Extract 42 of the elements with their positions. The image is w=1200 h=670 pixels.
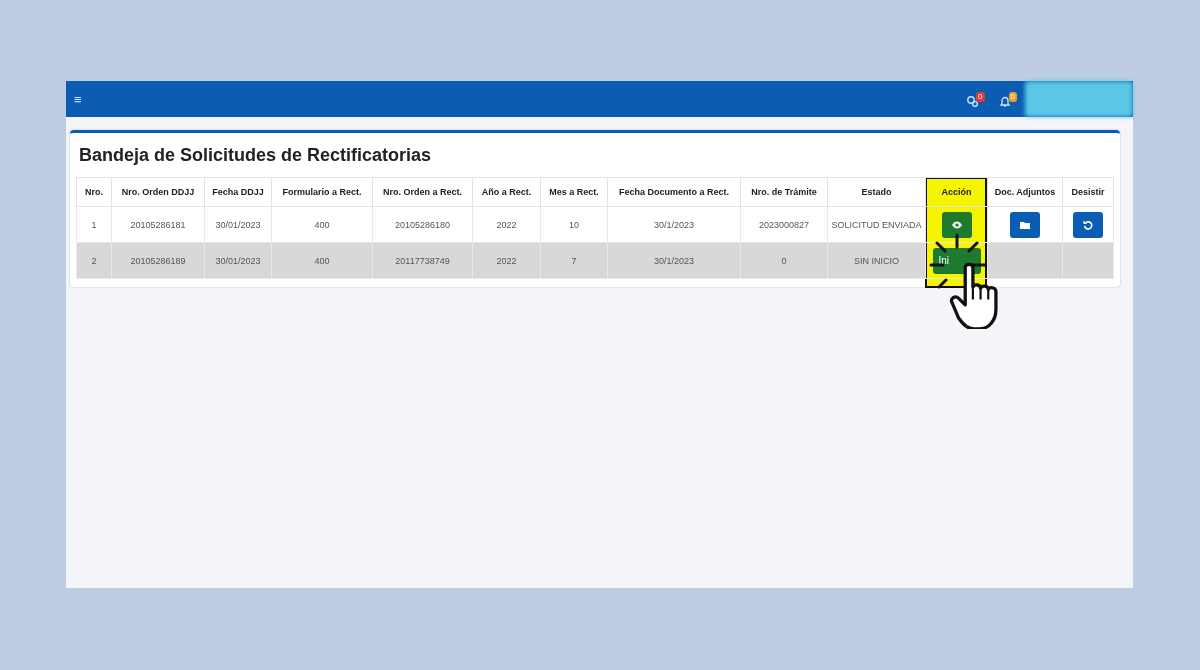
column-header: Estado (827, 177, 926, 207)
table-cell: 20105286180 (372, 206, 473, 243)
table-cell: 2 (76, 242, 112, 279)
table-cell: 30/1/2023 (607, 206, 741, 243)
table-cell: 30/1/2023 (607, 242, 741, 279)
column-header: Fecha DDJJ (204, 177, 272, 207)
notification-count: 0 (1008, 91, 1017, 102)
column-header: Fecha Documento a Rect. (607, 177, 741, 207)
table-cell: 10 (540, 206, 608, 243)
column-header: Doc. Adjuntos (987, 177, 1063, 207)
column-header: Mes a Rect. (540, 177, 608, 207)
table-cell: 30/01/2023 (204, 242, 272, 279)
table-cell: 2022 (472, 206, 541, 243)
table-cell: 30/01/2023 (204, 206, 272, 243)
attachments-button[interactable] (1010, 211, 1040, 238)
table-cell: 400 (271, 206, 373, 243)
column-header: Nro. (76, 177, 112, 207)
column-header: Acción (925, 177, 988, 207)
column-header: Desistir (1062, 177, 1114, 207)
menu-icon[interactable]: ≡ (74, 92, 82, 106)
table-cell: 2022 (472, 242, 541, 279)
bell-icon[interactable] (998, 94, 1011, 107)
chat-icon[interactable] (966, 94, 979, 107)
page-title: Bandeja de Solicitudes de Rectificatorias (79, 145, 433, 165)
column-header: Nro. Orden a Rect. (372, 177, 473, 207)
table-cell: 20105286181 (111, 206, 205, 243)
table-cell: 7 (540, 242, 608, 279)
table-cell: 20105286189 (111, 242, 205, 279)
column-header: Año a Rect. (472, 177, 541, 207)
table-cell: 2023000827 (740, 206, 828, 243)
column-header: Nro. de Trámite (740, 177, 828, 207)
column-header: Nro. Orden DDJJ (111, 177, 205, 207)
table-cell: 20117738749 (372, 242, 473, 279)
column-header: Formulario a Rect. (271, 177, 373, 207)
table-cell: SIN INICIO (827, 242, 926, 279)
withdraw-button[interactable] (1073, 211, 1103, 238)
table-cell: 400 (271, 242, 373, 279)
undo-icon (1082, 218, 1094, 231)
table-cell: 1 (76, 206, 112, 243)
table-cell: 0 (740, 242, 828, 279)
notification-count: 0 (976, 91, 985, 102)
table-cell: SOLICITUD ENVIADA (827, 206, 926, 243)
